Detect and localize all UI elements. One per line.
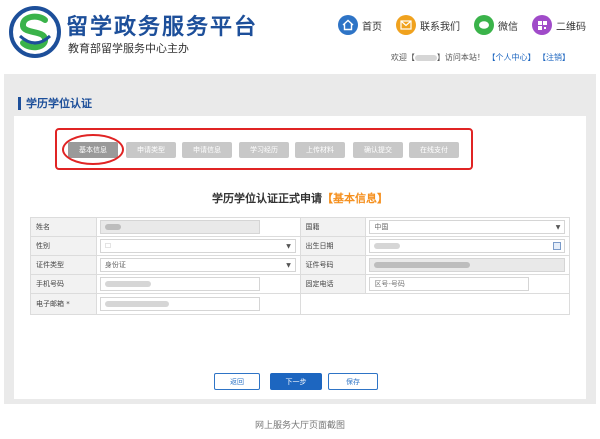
current-step-marker [62, 134, 124, 165]
welcome-tail: 】访问本站！ [436, 53, 485, 62]
masked-text [374, 262, 471, 268]
gender-value: ☐ [104, 242, 112, 250]
save-button[interactable]: 保存 [328, 373, 378, 390]
name-label: 姓名 [31, 218, 97, 237]
name-cell [96, 218, 301, 237]
step-upload[interactable]: 上传材料 [295, 142, 345, 158]
step-study-history[interactable]: 学习经历 [239, 142, 289, 158]
phone-placeholder: 区号-号码 [374, 280, 405, 288]
form-title-highlight: 【基本信息】 [322, 192, 388, 205]
welcome-greeting: 欢迎【 [390, 53, 415, 62]
step-payment[interactable]: 在线支付 [409, 142, 459, 158]
chevron-down-icon: ▼ [286, 243, 291, 250]
id-type-select[interactable]: 身份证 ▼ [99, 258, 296, 272]
site-subtitle: 教育部留学服务中心主办 [68, 42, 189, 55]
birth-cell [366, 237, 570, 256]
id-type-value: 身份证 [104, 261, 126, 269]
birth-label: 出生日期 [300, 237, 367, 256]
home-icon [338, 15, 358, 35]
phone-input[interactable]: 区号-号码 [369, 277, 530, 291]
nationality-label: 国籍 [300, 218, 367, 237]
nav-qrcode[interactable]: 二维码 [532, 15, 586, 35]
nav-contact[interactable]: 联系我们 [396, 15, 460, 35]
hidden-username [414, 54, 437, 61]
back-button[interactable]: 返回 [214, 373, 260, 390]
form-row: 手机号码 固定电话 区号-号码 [31, 275, 570, 294]
name-field[interactable] [99, 220, 260, 234]
nationality-value: 中国 [374, 223, 389, 231]
phone-cell: 区号-号码 [366, 275, 570, 294]
form-row: 证件类型 身份证 ▼ 证件号码 [31, 256, 570, 275]
step-confirm[interactable]: 确认提交 [353, 142, 403, 158]
email-input[interactable] [100, 297, 260, 311]
chevron-down-icon: ▼ [286, 262, 291, 269]
logo-icon [9, 6, 61, 58]
figure-caption: 网上服务大厅页面截图 [254, 421, 345, 431]
welcome-bar: 欢迎【 】访问本站！ 【个人中心】 【注销】 [391, 52, 570, 63]
id-no-cell [366, 256, 570, 275]
birth-date-input[interactable] [369, 239, 566, 253]
nationality-cell: 中国 ▼ [366, 218, 570, 237]
email-label: 电子邮箱 * [31, 294, 97, 315]
masked-text [105, 301, 169, 307]
id-type-label: 证件类型 [31, 256, 97, 275]
nav-wechat[interactable]: 微信 [474, 15, 518, 35]
form-title: 学历学位认证正式申请【基本信息】 [0, 190, 600, 206]
mobile-input[interactable] [99, 277, 260, 291]
next-button[interactable]: 下一步 [270, 373, 322, 390]
form-row: 姓名 国籍 中国 ▼ [31, 218, 570, 237]
qrcode-icon [532, 15, 552, 35]
masked-text [104, 224, 121, 230]
gender-label: 性别 [31, 237, 97, 256]
form-row: 电子邮箱 * [31, 294, 570, 315]
site-header: 留学政务服务平台 教育部留学服务中心主办 首页 联系我们 微信 二维码 欢迎【 … [0, 0, 600, 72]
id-type-cell: 身份证 ▼ [96, 256, 301, 275]
step-apply-info[interactable]: 申请信息 [182, 142, 232, 158]
section-title: 学历学位认证 [18, 97, 92, 110]
site-title: 留学政务服务平台 [66, 15, 259, 40]
nav-home[interactable]: 首页 [338, 15, 382, 35]
nav-qrcode-label: 二维码 [556, 21, 586, 33]
mobile-label: 手机号码 [31, 275, 97, 294]
empty-cell [301, 294, 570, 315]
form-title-main: 学历学位认证正式申请 [212, 192, 322, 205]
email-cell [97, 294, 301, 315]
step-apply-type[interactable]: 申请类型 [126, 142, 176, 158]
mail-icon [396, 15, 416, 35]
wechat-icon [474, 15, 494, 35]
gender-select[interactable]: ☐ ▼ [99, 239, 296, 253]
gender-cell: ☐ ▼ [96, 237, 301, 256]
basic-info-form: 姓名 国籍 中国 ▼ 性别 ☐ ▼ 出生日期 证件类型 身份证 ▼ 证件号码 手… [30, 217, 570, 315]
calendar-icon[interactable] [553, 242, 562, 250]
logout-link[interactable]: 【注销】 [538, 53, 570, 62]
mobile-cell [96, 275, 301, 294]
masked-text [104, 281, 151, 287]
form-row: 性别 ☐ ▼ 出生日期 [31, 237, 570, 256]
chevron-down-icon: ▼ [555, 224, 561, 231]
nav-wechat-label: 微信 [498, 21, 518, 33]
phone-label: 固定电话 [300, 275, 367, 294]
id-no-field[interactable] [369, 258, 566, 272]
nationality-select[interactable]: 中国 ▼ [369, 220, 566, 234]
nav-contact-label: 联系我们 [420, 21, 460, 33]
nav-home-label: 首页 [362, 21, 382, 33]
user-center-link[interactable]: 【个人中心】 [487, 53, 535, 62]
masked-text [374, 243, 401, 249]
id-no-label: 证件号码 [300, 256, 367, 275]
top-nav: 首页 联系我们 微信 二维码 [338, 14, 586, 36]
